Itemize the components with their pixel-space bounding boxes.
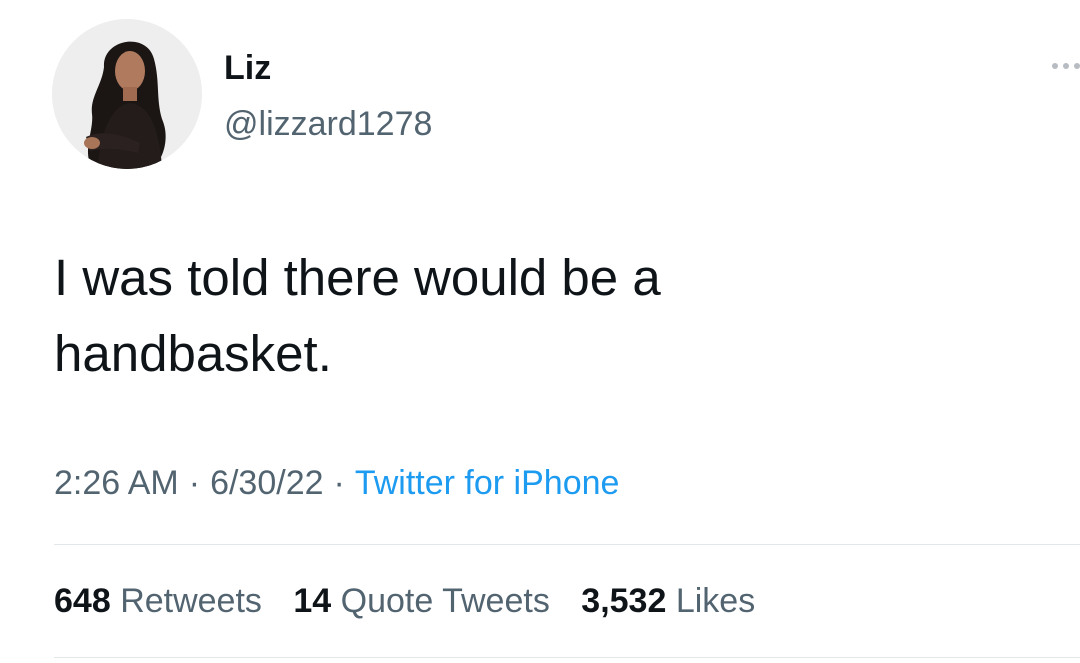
quote-tweets-label: Quote Tweets (340, 582, 550, 620)
avatar[interactable] (52, 19, 202, 169)
retweets-stat[interactable]: 648 Retweets (54, 582, 262, 620)
quote-tweets-stat[interactable]: 14 Quote Tweets (293, 582, 549, 620)
tweet-time[interactable]: 2:26 AM (54, 464, 179, 502)
meta-separator: · (333, 464, 345, 502)
author-handle[interactable]: @lizzard1278 (224, 102, 432, 146)
likes-count: 3,532 (581, 582, 667, 620)
profile-photo (52, 19, 202, 169)
meta-separator: · (188, 464, 201, 502)
engagement-stats: 648 Retweets 14 Quote Tweets 3,532 Likes (54, 576, 777, 626)
tweet-date[interactable]: 6/30/22 (210, 464, 323, 502)
tweet-text: I was told there would be a handbasket. (54, 249, 661, 382)
divider (54, 544, 1080, 545)
more-options-icon[interactable] (1052, 56, 1080, 76)
tweet-card: Liz @lizzard1278 I was told there would … (0, 0, 1080, 663)
author-name[interactable]: Liz (224, 46, 271, 90)
divider (54, 657, 1080, 658)
likes-label: Likes (675, 582, 756, 620)
retweets-count: 648 (54, 582, 111, 620)
retweets-label: Retweets (120, 582, 262, 620)
likes-stat[interactable]: 3,532 Likes (581, 582, 755, 620)
tweet-metadata: 2:26 AM · 6/30/22 · Twitter for iPhone (54, 458, 619, 508)
tweet-source-link[interactable]: Twitter for iPhone (355, 464, 620, 502)
quote-tweets-count: 14 (293, 582, 332, 620)
